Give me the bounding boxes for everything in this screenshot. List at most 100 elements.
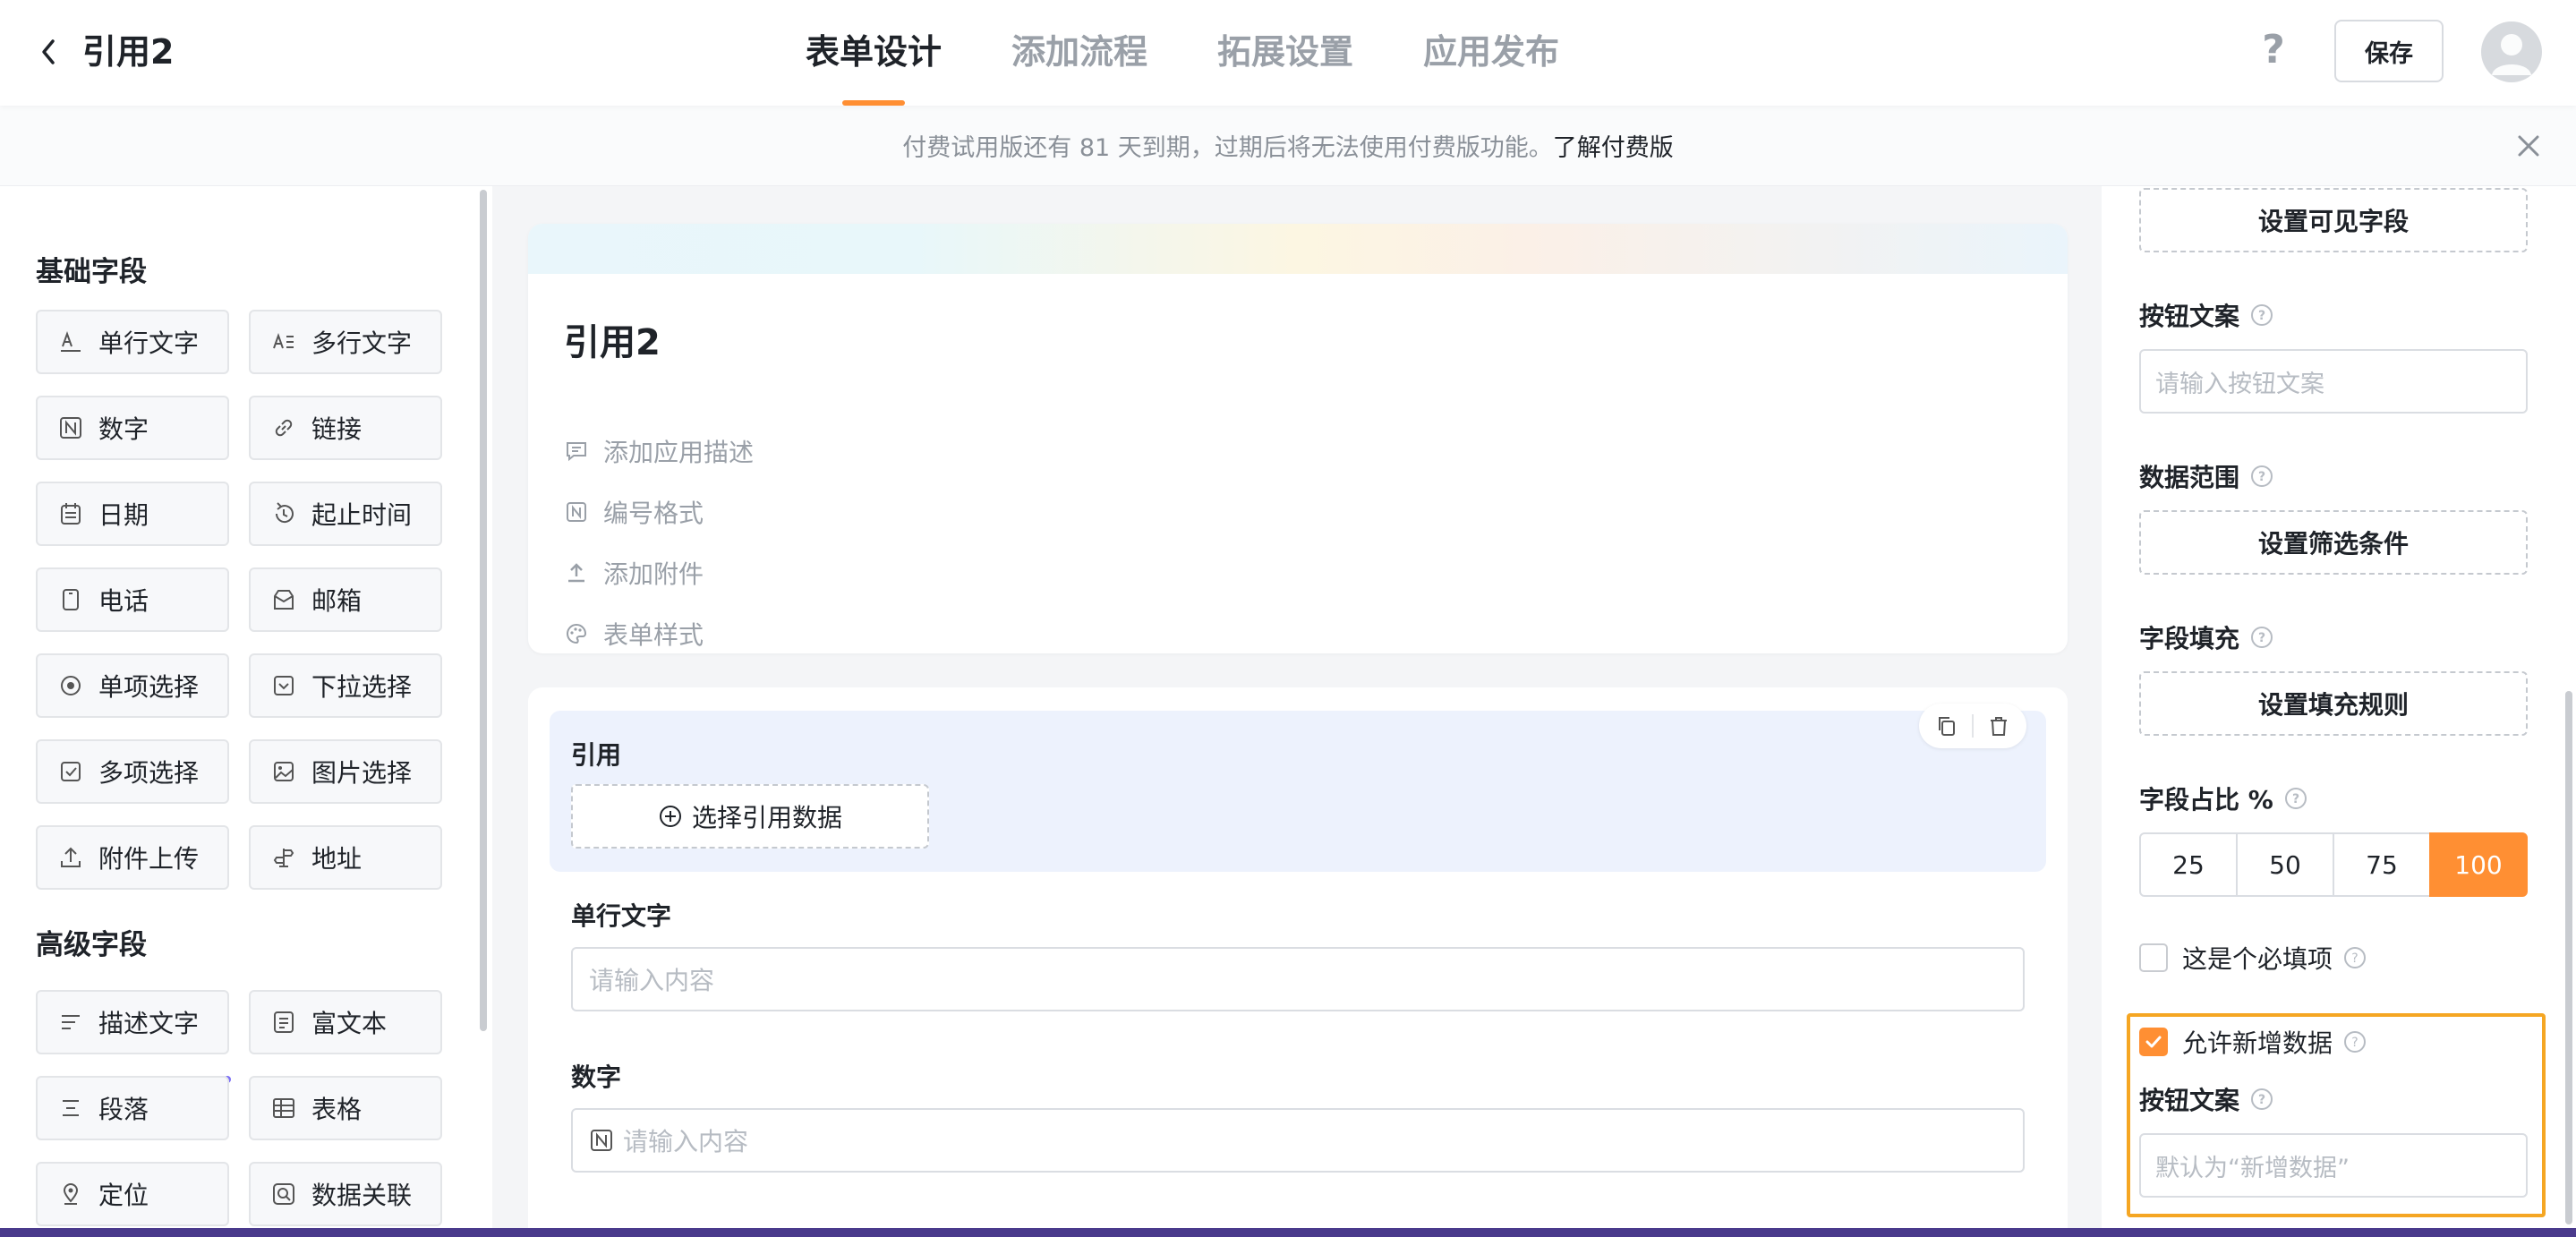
form-title[interactable]: 引用2 <box>564 313 661 365</box>
number-field-label: 数字 <box>571 1062 622 1092</box>
new-button-text-input[interactable]: 默认为“新增数据” <box>2139 1133 2528 1198</box>
toolbar-divider <box>1971 714 1974 738</box>
field-single-line-text[interactable]: 单行文字 <box>36 310 229 374</box>
help-circle-icon[interactable]: ? <box>2343 946 2367 969</box>
palette-scrollbar[interactable] <box>480 190 487 1031</box>
field-multi-choice[interactable]: 多项选择 <box>36 739 229 804</box>
upgrade-link[interactable]: 了解付费版 <box>1553 128 1674 163</box>
field-palette: 基础字段 单行文字 多行文字 数字 链接 日期 起止时间 电话 邮箱 单项选择 … <box>0 186 492 1237</box>
field-email[interactable]: 邮箱 <box>249 567 442 632</box>
field-table[interactable]: 表格 <box>249 1076 442 1140</box>
check-icon <box>2145 1036 2162 1048</box>
comment-icon <box>564 439 589 464</box>
button-text-label: 按钮文案 ? <box>2139 297 2273 333</box>
advanced-fields-title: 高级字段 <box>36 929 147 961</box>
field-toolbar <box>1919 704 2026 748</box>
app-title: 引用2 <box>82 32 175 72</box>
properties-scrollbar[interactable] <box>2565 691 2572 1224</box>
field-date[interactable]: 日期 <box>36 482 229 546</box>
new-button-text-label: 按钮文案 ? <box>2139 1081 2273 1117</box>
close-notice-button[interactable] <box>2512 129 2546 163</box>
form-style-option[interactable]: 表单样式 <box>564 616 704 652</box>
tab-form-design[interactable]: 表单设计 <box>806 0 942 106</box>
help-circle-icon[interactable]: ? <box>2250 303 2273 327</box>
field-image-choice[interactable]: 图片选择 <box>249 739 442 804</box>
radio-icon <box>57 672 84 699</box>
help-circle-icon[interactable]: ? <box>2250 626 2273 649</box>
add-attachment-option[interactable]: 添加附件 <box>564 555 704 591</box>
location-icon <box>57 1181 84 1207</box>
set-filter-conditions-button[interactable]: 设置筛选条件 <box>2139 510 2528 575</box>
allow-new-data-row[interactable]: 允许新增数据 ? <box>2139 1024 2367 1060</box>
user-icon <box>2492 34 2531 75</box>
required-checkbox[interactable] <box>2139 943 2168 972</box>
tab-add-workflow[interactable]: 添加流程 <box>1011 0 1147 106</box>
field-multi-line-text[interactable]: 多行文字 <box>249 310 442 374</box>
set-fill-rules-button[interactable]: 设置填充规则 <box>2139 671 2528 736</box>
address-icon <box>270 844 297 871</box>
save-button[interactable]: 保存 <box>2334 20 2444 82</box>
add-description-option[interactable]: 添加应用描述 <box>564 433 754 469</box>
field-ratio-label: 字段占比 % ? <box>2139 781 2307 816</box>
single-line-field-input[interactable]: 请输入内容 <box>571 947 2025 1011</box>
field-data-link[interactable]: 数据关联 <box>249 1162 442 1226</box>
main-tabs: 表单设计 添加流程 拓展设置 应用发布 <box>806 0 1629 106</box>
field-dropdown[interactable]: 下拉选择 <box>249 653 442 718</box>
checkbox-icon <box>57 758 84 785</box>
set-visible-fields-button[interactable]: 设置可见字段 <box>2139 188 2528 252</box>
field-phone[interactable]: 电话 <box>36 567 229 632</box>
ratio-option-100[interactable]: 100 <box>2429 832 2528 897</box>
svg-text:?: ? <box>2258 309 2265 323</box>
allow-new-data-checkbox[interactable] <box>2139 1028 2168 1056</box>
tab-extension-settings[interactable]: 拓展设置 <box>1217 0 1353 106</box>
number-icon <box>589 1128 614 1153</box>
ratio-option-50[interactable]: 50 <box>2236 832 2334 897</box>
help-circle-icon[interactable]: ? <box>2343 1030 2367 1054</box>
single-line-field-label: 单行文字 <box>571 901 672 931</box>
dropdown-icon <box>270 672 297 699</box>
help-circle-icon[interactable]: ? <box>2250 1088 2273 1111</box>
delete-icon[interactable] <box>1985 712 2012 739</box>
svg-text:?: ? <box>2258 1093 2265 1107</box>
field-ratio-selector: 25 50 75 100 <box>2139 832 2528 897</box>
multi-line-text-icon <box>270 328 297 355</box>
tab-app-publish[interactable]: 应用发布 <box>1423 0 1559 106</box>
trial-notice-bar: 付费试用版还有 81 天到期，过期后将无法使用付费版功能。 了解付费版 <box>0 106 2576 186</box>
ratio-option-75[interactable]: 75 <box>2333 832 2431 897</box>
field-location[interactable]: 定位 <box>36 1162 229 1226</box>
field-paragraph[interactable]: 段落 <box>36 1076 229 1140</box>
top-header: 引用2 表单设计 添加流程 拓展设置 应用发布 ? 保存 <box>0 0 2576 106</box>
ratio-option-25[interactable]: 25 <box>2139 832 2238 897</box>
field-description-text[interactable]: 描述文字 <box>36 990 229 1054</box>
single-line-text-icon <box>57 328 84 355</box>
help-circle-icon[interactable]: ? <box>2250 465 2273 488</box>
close-icon <box>2518 135 2539 157</box>
field-rich-text[interactable]: 富文本 <box>249 990 442 1054</box>
help-circle-icon[interactable]: ? <box>2284 787 2307 810</box>
basic-fields-title: 基础字段 <box>36 256 147 288</box>
description-icon <box>57 1009 84 1036</box>
image-icon <box>270 758 297 785</box>
required-checkbox-row[interactable]: 这是个必填项 ? <box>2139 940 2367 976</box>
help-icon[interactable]: ? <box>2256 25 2291 75</box>
reference-field-block[interactable]: 引用 选择引用数据 <box>550 704 2046 872</box>
select-reference-data-button[interactable]: 选择引用数据 <box>571 784 929 849</box>
copy-icon[interactable] <box>1933 712 1960 739</box>
back-button[interactable] <box>30 30 66 73</box>
svg-text:?: ? <box>2258 631 2265 645</box>
user-avatar[interactable] <box>2481 21 2542 82</box>
field-number[interactable]: 数字 <box>36 396 229 460</box>
number-field-input[interactable]: 请输入内容 <box>571 1108 2025 1173</box>
reference-field-label: 引用 <box>571 740 622 770</box>
svg-text:?: ? <box>2351 1036 2358 1050</box>
button-text-input[interactable]: 请输入按钮文案 <box>2139 349 2528 414</box>
field-address[interactable]: 地址 <box>249 825 442 890</box>
field-single-choice[interactable]: 单项选择 <box>36 653 229 718</box>
svg-text:?: ? <box>2258 470 2265 484</box>
number-format-option[interactable]: 编号格式 <box>564 494 704 530</box>
form-fields-card: 引用 选择引用数据 单行文字 请输入内容 数字 请输入内容 <box>528 687 2068 1237</box>
field-link[interactable]: 链接 <box>249 396 442 460</box>
field-time-range[interactable]: 起止时间 <box>249 482 442 546</box>
field-attachment-upload[interactable]: 附件上传 <box>36 825 229 890</box>
attachment-upload-icon <box>564 560 589 585</box>
